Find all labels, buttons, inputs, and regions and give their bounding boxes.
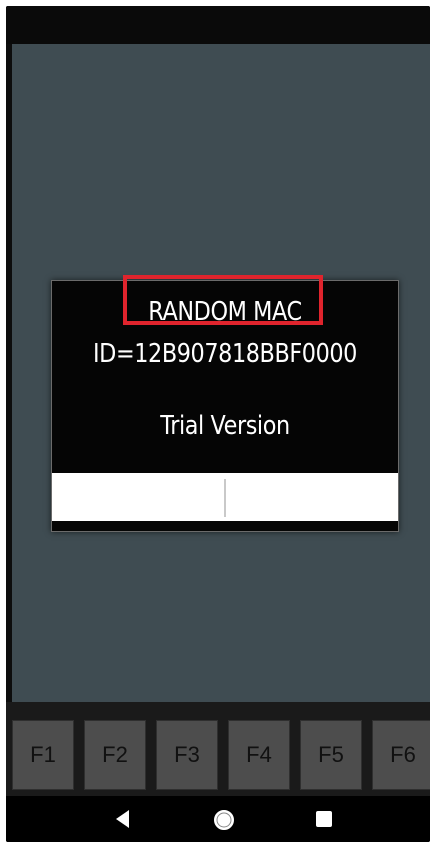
back-icon[interactable]	[112, 808, 134, 835]
f2-key[interactable]: F2	[84, 720, 146, 790]
function-key-bar: F1 F2 F3 F4 F5 F6	[6, 702, 430, 796]
f1-key[interactable]: F1	[12, 720, 74, 790]
phone-screen: RANDOM MAC ID=12B907818BBF0000 Trial Ver…	[6, 6, 430, 842]
dialog-button-row	[52, 473, 398, 521]
dialog-title: RANDOM MAC	[148, 297, 302, 327]
navigation-bar	[6, 796, 430, 842]
license-dialog: RANDOM MAC ID=12B907818BBF0000 Trial Ver…	[51, 275, 399, 532]
trial-version-text: Trial Version	[160, 411, 290, 441]
status-bar	[6, 6, 430, 44]
f6-key[interactable]: F6	[372, 720, 430, 790]
recents-icon[interactable]	[314, 808, 334, 835]
f5-key[interactable]: F5	[300, 720, 362, 790]
f4-key[interactable]: F4	[228, 720, 290, 790]
dialog-left-button[interactable]	[52, 473, 224, 521]
device-id-text: ID=12B907818BBF0000	[93, 339, 357, 369]
home-icon[interactable]	[212, 808, 236, 837]
f3-key[interactable]: F3	[156, 720, 218, 790]
dialog-right-button[interactable]	[226, 473, 398, 521]
